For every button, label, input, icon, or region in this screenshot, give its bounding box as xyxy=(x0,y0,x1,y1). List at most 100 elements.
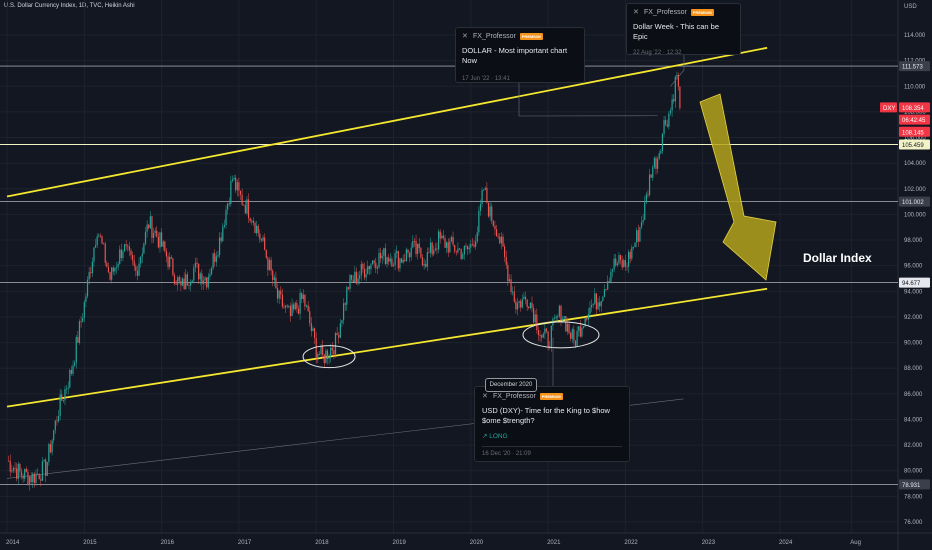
candle-body xyxy=(494,225,496,230)
candle-body xyxy=(188,285,190,287)
candle-body xyxy=(99,235,102,237)
x-tick-label: 2017 xyxy=(238,540,252,546)
candle-body xyxy=(441,235,443,239)
candle-body xyxy=(468,247,470,250)
candle-body xyxy=(54,420,56,431)
candle-body xyxy=(122,251,124,259)
candle-body xyxy=(313,328,316,339)
candle-body xyxy=(98,235,100,237)
candle-body xyxy=(547,331,549,347)
candle-body xyxy=(107,266,110,273)
candle-body xyxy=(90,272,92,274)
candle-body xyxy=(136,270,139,276)
candle-body xyxy=(286,305,288,307)
x-tick-label: 2016 xyxy=(161,540,175,546)
candle-body xyxy=(310,323,312,331)
candle-body xyxy=(293,304,295,310)
candle-body xyxy=(603,289,606,297)
candle-body xyxy=(618,255,620,264)
y-tick-label: 110.000 xyxy=(904,84,926,90)
candle-body xyxy=(513,291,515,302)
candle-body xyxy=(421,257,424,266)
candle-body xyxy=(144,231,147,244)
idea-author[interactable]: FX_Professor xyxy=(473,33,516,40)
candle-body xyxy=(165,250,168,257)
candle-body xyxy=(22,475,24,479)
candle-body xyxy=(386,257,388,265)
candle-body xyxy=(368,265,370,270)
candle-body xyxy=(539,335,541,336)
candle-body xyxy=(631,247,633,259)
candle-body xyxy=(626,266,628,268)
candle-body xyxy=(428,252,430,254)
candle-body xyxy=(481,190,483,205)
symbol-badge: DXY xyxy=(883,106,895,112)
candle-body xyxy=(260,239,263,241)
candle-body xyxy=(41,461,44,481)
candle-body xyxy=(380,252,382,259)
candle-body xyxy=(679,86,681,109)
candle-body xyxy=(381,255,383,259)
y-tick-label: 102.000 xyxy=(904,187,926,193)
candle-body xyxy=(397,251,399,269)
candle-body xyxy=(236,182,238,191)
candle-body xyxy=(363,269,366,278)
x-tick-label: 2015 xyxy=(83,540,97,546)
candle-body xyxy=(339,323,341,338)
candle-body xyxy=(270,259,272,271)
candle-body xyxy=(78,321,81,343)
idea-title[interactable]: DOLLAR - Most important chart Now xyxy=(462,46,578,66)
idea-card-dollar-most-important[interactable]: ✕ FX_Professor PREMIUM DOLLAR - Most impor… xyxy=(455,27,585,83)
candle-body xyxy=(352,279,354,283)
candle-body xyxy=(257,225,259,234)
candle-body xyxy=(96,236,98,246)
idea-author[interactable]: FX_Professor xyxy=(644,9,687,16)
candle-body xyxy=(578,326,580,331)
candle-body xyxy=(658,153,660,159)
idea-card-usd-king[interactable]: ✕ FX_Professor PREMIUM USD (DXY)- Time for… xyxy=(474,386,630,462)
candle-body xyxy=(206,277,208,288)
candle-body xyxy=(378,252,380,268)
candle-body xyxy=(307,305,309,312)
candle-body xyxy=(114,267,116,272)
candle-body xyxy=(273,277,275,280)
candle-body xyxy=(504,246,506,257)
candle-body xyxy=(628,251,630,267)
candle-body xyxy=(83,302,85,318)
candle-body xyxy=(243,204,245,206)
candle-body xyxy=(46,461,48,476)
candle-body xyxy=(220,237,222,241)
candle-body xyxy=(342,303,345,321)
candle-body xyxy=(251,220,253,222)
candle-body xyxy=(446,242,448,248)
idea-divider xyxy=(482,446,622,447)
idea-card-dollar-week[interactable]: ✕ FX_Professor PREMIUM Dollar Week - This … xyxy=(626,3,741,56)
candle-body xyxy=(529,302,531,308)
candle-body xyxy=(218,237,221,256)
candle-body xyxy=(452,236,454,246)
candle-body xyxy=(312,328,314,331)
candle-body xyxy=(196,262,198,264)
candle-body xyxy=(62,400,64,402)
candle-body xyxy=(185,274,187,290)
premium-badge: PREMIUM xyxy=(519,33,543,40)
candle-body xyxy=(623,260,625,268)
idea-author[interactable]: FX_Professor xyxy=(493,393,536,400)
y-tick-label: 80.000 xyxy=(904,469,923,475)
candle-body xyxy=(550,325,552,347)
y-tick-label: 82.000 xyxy=(904,443,923,449)
candle-body xyxy=(183,278,185,290)
candle-body xyxy=(463,246,465,255)
idea-title[interactable]: Dollar Week - This can be Epic xyxy=(633,22,734,42)
candle-body xyxy=(104,243,106,263)
candle-body xyxy=(154,230,156,233)
candle-body xyxy=(325,350,327,364)
idea-title[interactable]: USD (DXY)- Time for the King to $how $om… xyxy=(482,406,622,426)
candle-body xyxy=(301,292,303,300)
candle-body xyxy=(648,174,651,195)
candle-body xyxy=(172,258,174,276)
candle-body xyxy=(272,270,274,280)
candle-body xyxy=(362,264,364,270)
candle-body xyxy=(392,264,395,267)
candle-body xyxy=(20,471,23,476)
